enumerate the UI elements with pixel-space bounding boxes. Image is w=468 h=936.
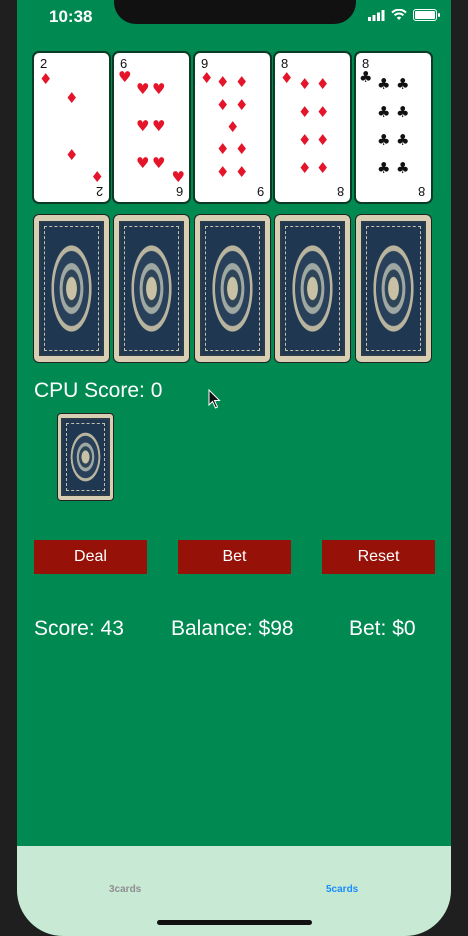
card-suit-small: ♥ [171,168,185,186]
tab-3cards[interactable]: 3cards [109,884,141,895]
card-suit-small: ♦ [90,168,104,186]
card-suit-pip: ♦ [316,103,330,121]
card-suit-pip: ♥ [152,80,166,98]
device-notch [114,0,356,24]
card-suit-pip: ♦ [316,75,330,93]
card-suit-pip: ♦ [65,146,79,164]
player-card-1[interactable]: 2 ♦ ♦ ♦ ♦ 2 [34,53,109,202]
card-suit-pip: ♥ [136,154,150,172]
card-suit-small: ♥ [118,68,132,86]
card-back-pattern [61,418,110,496]
player-card-5[interactable]: 8 ♣ ♣ ♣ ♣ ♣ ♣ ♣ ♣ ♣ 8 [356,53,431,202]
card-back-pattern [200,221,265,356]
card-suit-pip: ♦ [235,163,249,181]
card-suit-pip: ♣ [377,103,391,121]
card-suit-pip: ♦ [216,140,230,158]
card-back-pattern [280,221,345,356]
home-indicator [157,920,312,925]
deck-pile[interactable] [58,414,113,500]
cpu-card-back-3[interactable] [195,215,270,362]
card-rank-bottom: 6 [175,184,183,199]
deal-button[interactable]: Deal [34,540,147,574]
card-suit-pip: ♥ [136,80,150,98]
wifi-icon [391,9,407,20]
cpu-card-back-4[interactable] [275,215,350,362]
player-card-4[interactable]: 8 ♦ ♦ ♦ ♦ ♦ ♦ ♦ ♦ ♦ 8 [275,53,350,202]
card-suit-pip: ♦ [235,140,249,158]
status-time: 10:38 [49,7,93,26]
card-suit-pip: ♦ [316,159,330,177]
card-suit-small: ♦ [39,70,53,88]
card-back-pattern [119,221,184,356]
card-suit-small: ♣ [359,68,373,86]
bet-amount-label: Bet: $0 [349,617,416,640]
cpu-card-back-5[interactable] [356,215,431,362]
app-screen: 10:38 2 ♦ ♦ ♦ ♦ 2 6 ♥ ♥ ♥ ♥ ♥ ♥ ♥ ♥ 6 9 … [17,0,451,936]
mouse-cursor-icon [208,389,221,409]
card-suit-pip: ♦ [235,73,249,91]
card-suit-pip: ♣ [377,159,391,177]
bet-button[interactable]: Bet [178,540,291,574]
card-suit-pip: ♣ [396,103,410,121]
card-rank-bottom: 8 [336,184,344,199]
card-suit-small: ♦ [200,69,214,87]
card-suit-pip: ♥ [152,154,166,172]
card-suit-pip: ♥ [136,117,150,135]
signal-icon [368,9,385,21]
score-label: Score: 43 [34,617,124,640]
system-icons [368,9,440,21]
card-suit-pip: ♦ [216,96,230,114]
card-rank-bottom: 9 [256,184,264,199]
card-suit-pip: ♦ [298,103,312,121]
card-suit-pip: ♣ [396,131,410,149]
cpu-score-label: CPU Score: 0 [34,379,163,402]
cpu-card-back-1[interactable] [34,215,109,362]
card-suit-pip: ♦ [316,131,330,149]
player-card-3[interactable]: 9 ♦ ♦ ♦ ♦ ♦ ♦ ♦ ♦ ♦ ♦ 9 [195,53,270,202]
card-suit-pip: ♣ [396,159,410,177]
tab-bar: 3cards 5cards [17,846,451,936]
card-suit-pip: ♦ [226,118,240,136]
card-suit-pip: ♦ [235,96,249,114]
card-suit-pip: ♦ [216,163,230,181]
card-rank-bottom: 8 [417,184,425,199]
card-suit-pip: ♥ [152,117,166,135]
card-rank-bottom: 2 [95,184,103,199]
card-back-pattern [39,221,104,356]
card-suit-pip: ♣ [396,75,410,93]
status-bar: 10:38 [17,0,451,34]
card-rank: 2 [40,56,48,71]
tab-5cards[interactable]: 5cards [326,884,358,895]
card-back-pattern [361,221,426,356]
card-suit-pip: ♦ [298,159,312,177]
card-suit-pip: ♦ [216,73,230,91]
cpu-card-back-2[interactable] [114,215,189,362]
balance-label: Balance: $98 [171,617,294,640]
card-suit-pip: ♣ [377,75,391,93]
card-suit-small: ♦ [280,69,294,87]
card-suit-pip: ♦ [298,131,312,149]
reset-button[interactable]: Reset [322,540,435,574]
card-suit-pip: ♦ [65,89,79,107]
card-suit-pip: ♦ [298,75,312,93]
card-suit-pip: ♣ [377,131,391,149]
player-card-2[interactable]: 6 ♥ ♥ ♥ ♥ ♥ ♥ ♥ ♥ 6 [114,53,189,202]
battery-icon [413,9,440,21]
